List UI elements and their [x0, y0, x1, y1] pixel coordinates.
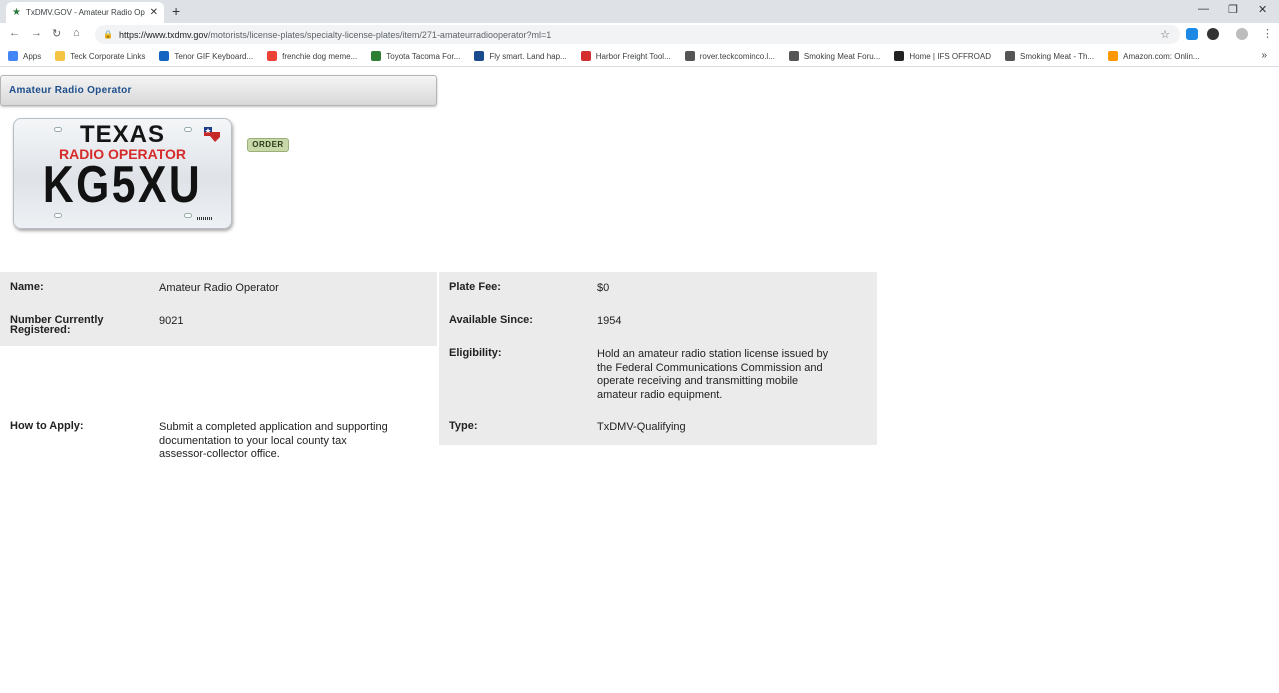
order-button[interactable]: ORDER — [247, 138, 289, 152]
texas-flag-icon — [204, 127, 220, 142]
bookmark-label: Apps — [23, 51, 42, 61]
registered-value: 9021 — [159, 315, 184, 327]
bookmark-label: Tenor GIF Keyboard... — [174, 51, 254, 61]
plate-barcode — [197, 217, 213, 220]
bookmark-label: Fly smart. Land hap... — [489, 51, 567, 61]
available-since-value: 1954 — [597, 315, 622, 327]
close-window-icon[interactable]: ✕ — [1258, 3, 1267, 16]
forum-icon — [371, 51, 382, 61]
lock-icon: 🔒 — [103, 30, 113, 39]
bookmark-item[interactable]: Amazon.com: Onlin... — [1108, 51, 1200, 61]
smoking-meat-icon — [1005, 51, 1015, 61]
menu-kebab-icon[interactable]: ⋮ — [1262, 27, 1273, 40]
bookmark-item[interactable]: Harbor Freight Tool... — [580, 51, 671, 61]
plate-fee-label: Plate Fee: — [449, 281, 501, 293]
bookmark-item[interactable]: Smoking Meat Foru... — [788, 51, 881, 61]
page-title-bar: Amateur Radio Operator — [0, 75, 437, 106]
bookmark-label: frenchie dog meme... — [282, 51, 358, 61]
folder-icon — [55, 51, 66, 61]
bookmark-item[interactable]: rover.teckcominco.l... — [684, 51, 775, 61]
plate-state: TEXAS — [79, 121, 165, 148]
bookmark-label: rover.teckcominco.l... — [699, 51, 775, 61]
reload-icon[interactable]: ↻ — [52, 27, 61, 40]
eligibility-label: Eligibility: — [449, 347, 502, 359]
bookmark-item[interactable]: frenchie dog meme... — [267, 51, 357, 61]
bookmark-item[interactable]: Toyota Tacoma For... — [371, 51, 460, 61]
extension-icon[interactable] — [1207, 28, 1219, 40]
bookmark-item[interactable]: Fly smart. Land hap... — [474, 51, 567, 61]
browser-toolbar: ← → ↻ ⌂ 🔒 https://www.txdmv.gov/motorist… — [0, 23, 1279, 46]
minimize-icon[interactable]: — — [1198, 3, 1209, 15]
license-plate-image: TEXAS RADIO OPERATOR KG5XU — [13, 118, 232, 229]
bookmark-item[interactable]: Apps — [8, 51, 41, 61]
gif-icon — [159, 51, 170, 61]
new-tab-icon[interactable]: + — [172, 3, 180, 19]
txdmv-star-icon: ★ — [12, 7, 21, 18]
url-path: /motorists/license-plates/specialty-lice… — [207, 29, 552, 40]
bookmark-label: Harbor Freight Tool... — [595, 51, 671, 61]
forward-icon[interactable]: → — [31, 27, 42, 39]
bookmark-label: Home | IFS OFFROAD — [909, 51, 991, 61]
home-icon[interactable]: ⌂ — [73, 27, 80, 39]
type-value: TxDMV-Qualifying — [597, 421, 686, 433]
smoking-meat-icon — [788, 51, 799, 61]
bookmark-label: Toyota Tacoma For... — [386, 51, 461, 61]
google-icon — [267, 51, 278, 61]
page-content: Amateur Radio Operator TEXAS RADIO OPERA… — [0, 68, 1279, 693]
bookmark-label: Amazon.com: Onlin... — [1123, 51, 1200, 61]
name-value: Amateur Radio Operator — [159, 282, 279, 294]
bookmarks-overflow-icon[interactable]: » — [1261, 50, 1267, 61]
close-tab-icon[interactable]: ✕ — [150, 7, 158, 18]
eligibility-value: Hold an amateur radio station license is… — [597, 348, 829, 401]
available-since-label: Available Since: — [449, 314, 533, 326]
hft-icon — [580, 51, 591, 61]
registered-label: Number Currently Registered: — [10, 314, 104, 336]
globe-icon — [684, 51, 695, 61]
amazon-icon — [1108, 51, 1119, 61]
globe-icon — [474, 51, 485, 61]
right-info-band-top — [439, 272, 877, 338]
plate-number: KG5XU — [42, 156, 203, 214]
bookmark-item[interactable]: Smoking Meat - Th... — [1005, 51, 1094, 61]
page-title: Amateur Radio Operator — [9, 85, 132, 96]
url-domain: https://www.txdmv.gov — [118, 29, 208, 40]
apps-grid-icon — [8, 51, 18, 61]
bookmark-item[interactable]: Tenor GIF Keyboard... — [159, 51, 253, 61]
bookmarks-bar: Apps Teck Corporate Links Tenor GIF Keyboa… — [0, 46, 1279, 67]
tab-title: TxDMV.GOV - Amateur Radio Op — [25, 8, 145, 17]
restore-icon[interactable]: ❐ — [1228, 3, 1238, 16]
how-to-apply-label: How to Apply: — [10, 420, 84, 432]
plate-fee-value: $0 — [597, 282, 610, 294]
profile-avatar-icon[interactable] — [1236, 28, 1248, 40]
bookmark-item[interactable]: Home | IFS OFFROAD — [894, 51, 991, 61]
browser-tab-active[interactable]: ★ TxDMV.GOV - Amateur Radio Op ✕ — [6, 2, 164, 23]
bookmark-label: Smoking Meat Foru... — [803, 51, 881, 61]
address-bar[interactable]: 🔒 https://www.txdmv.gov/motorists/licens… — [95, 25, 1180, 44]
name-label: Name: — [10, 281, 44, 293]
bookmark-item[interactable]: Teck Corporate Links — [55, 51, 145, 61]
windows-extension-icon[interactable] — [1186, 28, 1198, 40]
type-label: Type: — [449, 420, 478, 432]
bookmark-label: Smoking Meat - Th... — [1020, 51, 1095, 61]
ifs-icon — [894, 51, 905, 61]
bookmark-star-icon[interactable]: ☆ — [1160, 28, 1170, 41]
tab-strip: ★ TxDMV.GOV - Amateur Radio Op ✕ + — ❐ ✕ — [0, 0, 1279, 23]
back-icon[interactable]: ← — [9, 27, 20, 39]
how-to-apply-value: Submit a completed application and suppo… — [159, 421, 388, 460]
bookmark-label: Teck Corporate Links — [70, 51, 146, 61]
